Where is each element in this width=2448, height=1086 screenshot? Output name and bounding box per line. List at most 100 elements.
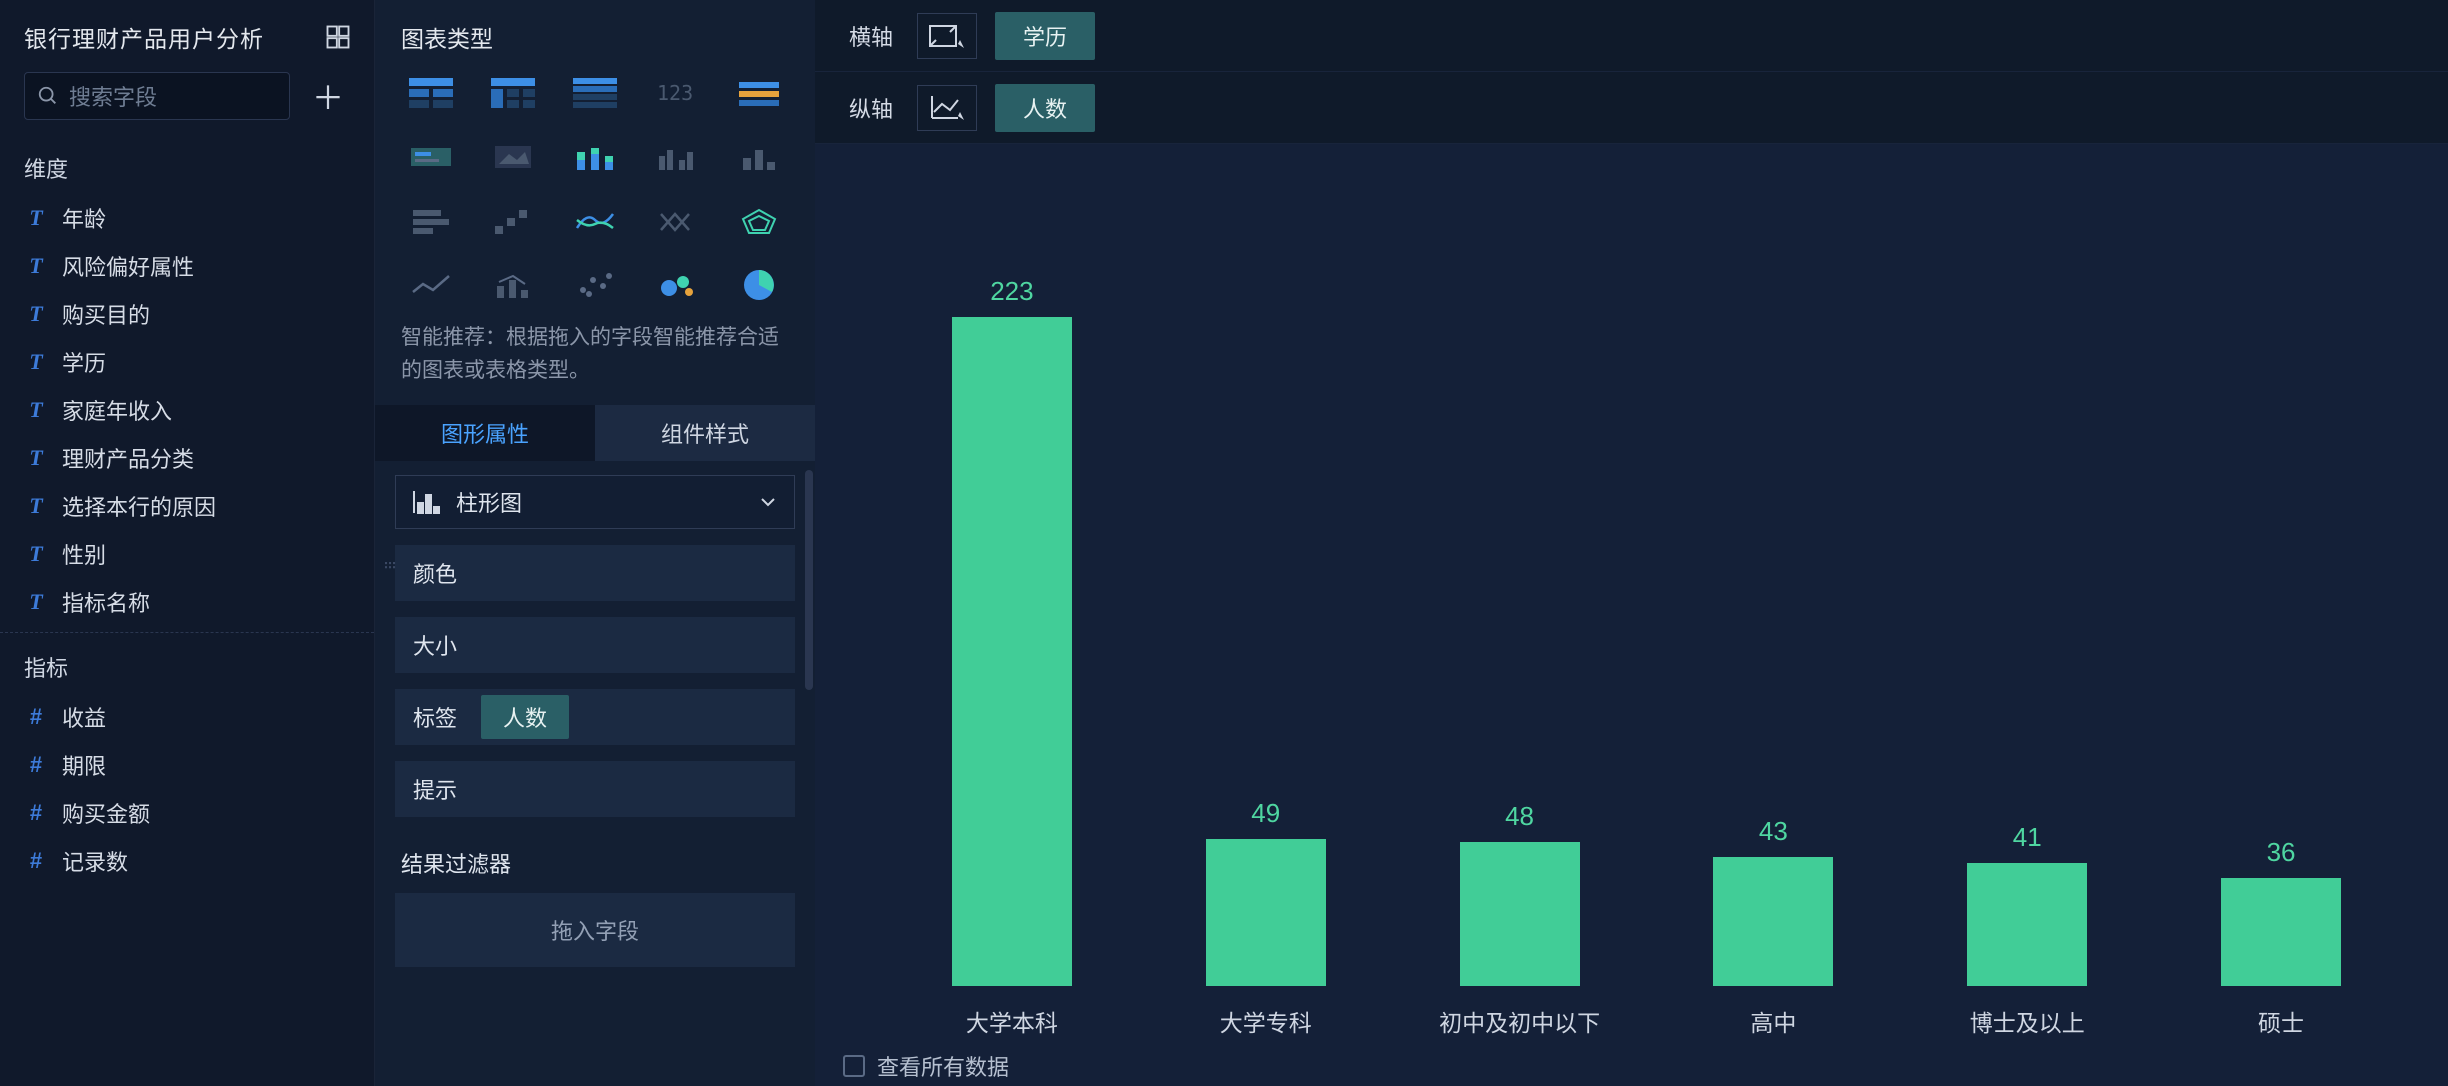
bar-rect <box>2221 878 2341 986</box>
dimensions-label: 维度 <box>0 138 374 194</box>
metric-field[interactable]: # 购买金额 <box>0 789 374 837</box>
field-label: 收益 <box>62 701 106 733</box>
chart-type-area-cross[interactable] <box>647 200 707 242</box>
chart-type-kpi[interactable]: 123 <box>647 72 707 114</box>
bar-rect <box>952 317 1072 986</box>
checkbox-icon <box>843 1055 865 1077</box>
filter-drop-area[interactable]: 拖入字段 <box>395 893 795 967</box>
field-label: 风险偏好属性 <box>62 250 194 282</box>
dataset-switch-icon[interactable] <box>324 23 352 51</box>
text-type-icon: T <box>24 253 48 279</box>
number-type-icon: # <box>24 752 48 778</box>
x-tick-label: 大学本科 <box>922 1004 1102 1038</box>
bar[interactable]: 43 <box>1683 816 1863 986</box>
text-type-icon: T <box>24 397 48 423</box>
chart-type-grid: 123 <box>375 68 815 316</box>
prop-size-row[interactable]: 大小 <box>395 617 795 673</box>
field-label: 购买金额 <box>62 797 150 829</box>
bar-rect <box>1460 842 1580 986</box>
y-axis-type-button[interactable] <box>917 85 977 131</box>
text-type-icon: T <box>24 541 48 567</box>
chart-type-line[interactable] <box>401 264 461 306</box>
field-label: 购买目的 <box>62 298 150 330</box>
y-axis-field-chip[interactable]: 人数 <box>995 84 1095 132</box>
field-label: 指标名称 <box>62 586 150 618</box>
text-type-icon: T <box>24 301 48 327</box>
prop-tooltip-row[interactable]: 提示 <box>395 761 795 817</box>
add-field-button[interactable]: ＋ <box>304 72 352 120</box>
prop-label-row[interactable]: 标签 人数 <box>395 689 795 745</box>
field-label: 选择本行的原因 <box>62 490 216 522</box>
bar[interactable]: 49 <box>1176 798 1356 986</box>
search-input[interactable]: 搜索字段 <box>24 72 290 120</box>
dimension-field[interactable]: T指标名称 <box>0 578 374 626</box>
chart-type-radar[interactable] <box>729 200 789 242</box>
tab-component-style[interactable]: 组件样式 <box>595 405 815 461</box>
metrics-label: 指标 <box>0 637 374 693</box>
chart-type-combo[interactable] <box>483 264 543 306</box>
dimension-field[interactable]: T 购买目的 <box>0 290 374 338</box>
chart-plot: 2234948434136 大学本科大学专科初中及初中以下高中博士及以上硕士 查… <box>815 144 2448 1086</box>
x-tick-label: 硕士 <box>2191 1004 2371 1038</box>
chart-area: 横轴 学历 纵轴 人数 2234948434136 大学本科大学专科初中及初中以… <box>815 0 2448 1086</box>
dimension-field[interactable]: T 风险偏好属性 <box>0 242 374 290</box>
y-axis-bar: 纵轴 人数 <box>815 72 2448 144</box>
bar-value-label: 43 <box>1759 816 1788 847</box>
chart-type-waterfall[interactable] <box>483 200 543 242</box>
bar-rect <box>1713 857 1833 986</box>
dimension-field[interactable]: T理财产品分类 <box>0 434 374 482</box>
search-placeholder: 搜索字段 <box>69 80 157 112</box>
chart-type-pie[interactable] <box>729 264 789 306</box>
chart-type-bar-simple[interactable] <box>729 136 789 178</box>
bar-rect <box>1967 863 2087 986</box>
text-type-icon: T <box>24 205 48 231</box>
bar-value-label: 48 <box>1505 801 1534 832</box>
chart-type-table-cross[interactable] <box>483 72 543 114</box>
chart-type-table-group[interactable] <box>401 72 461 114</box>
bar[interactable]: 223 <box>922 276 1102 986</box>
divider <box>0 632 374 633</box>
x-tick-label: 初中及初中以下 <box>1430 1004 1610 1038</box>
bar[interactable]: 36 <box>2191 837 2371 986</box>
bar[interactable]: 48 <box>1430 801 1610 986</box>
drag-grip[interactable]: ⠿ <box>381 560 397 568</box>
chart-type-bar-grouped[interactable] <box>647 136 707 178</box>
x-axis-label: 横轴 <box>843 20 899 52</box>
dimension-field[interactable]: T性别 <box>0 530 374 578</box>
dimension-field[interactable]: T 选择本行的原因 <box>0 482 374 530</box>
smart-recommend-tip: 智能推荐：根据拖入的字段智能推荐合适的图表或表格类型。 <box>375 316 815 405</box>
metric-field[interactable]: #记录数 <box>0 837 374 885</box>
chart-type-image[interactable] <box>483 136 543 178</box>
tab-graphic-props[interactable]: 图形属性 <box>375 405 595 461</box>
text-type-icon: T <box>24 493 48 519</box>
chart-type-card[interactable] <box>401 136 461 178</box>
view-all-data[interactable]: 查看所有数据 <box>843 1050 1009 1082</box>
bar-rect <box>1206 839 1326 986</box>
metric-field[interactable]: # 期限 <box>0 741 374 789</box>
number-type-icon: # <box>24 848 48 874</box>
bar[interactable]: 41 <box>1937 822 2117 986</box>
chart-type-hbar-stacked[interactable] <box>401 200 461 242</box>
chart-type-scatter[interactable] <box>565 264 625 306</box>
chart-type-stacked-bar[interactable] <box>565 136 625 178</box>
dimension-field[interactable]: T家庭年收入 <box>0 386 374 434</box>
prop-color-row[interactable]: 颜色 <box>395 545 795 601</box>
chart-type-multi-line[interactable] <box>565 200 625 242</box>
scrollbar[interactable] <box>805 470 813 690</box>
field-label: 学历 <box>62 346 106 378</box>
chart-type-bubble[interactable] <box>647 264 707 306</box>
chart-style-select[interactable]: 柱形图 <box>395 475 795 529</box>
metric-field[interactable]: #收益 <box>0 693 374 741</box>
x-tick-label: 博士及以上 <box>1937 1004 2117 1038</box>
x-axis-type-button[interactable] <box>917 13 977 59</box>
search-icon <box>37 85 59 107</box>
x-axis-field-chip[interactable]: 学历 <box>995 12 1095 60</box>
y-axis-label: 纵轴 <box>843 92 899 124</box>
chart-type-gauge[interactable] <box>729 72 789 114</box>
chart-type-table-detail[interactable] <box>565 72 625 114</box>
number-type-icon: # <box>24 800 48 826</box>
field-label: 期限 <box>62 749 106 781</box>
dimension-field[interactable]: T年龄 <box>0 194 374 242</box>
dimension-field[interactable]: T学历 <box>0 338 374 386</box>
label-field-chip[interactable]: 人数 <box>481 695 569 739</box>
